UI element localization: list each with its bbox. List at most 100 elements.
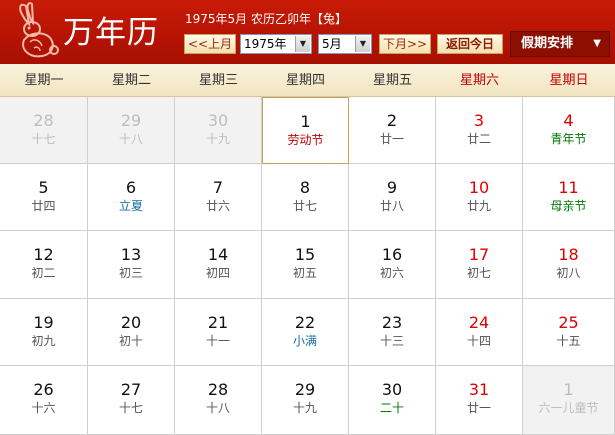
day-number: 5 [38,178,49,197]
calendar-day-cell[interactable]: 14 初四 [175,231,262,299]
chevron-down-icon: ▼ [593,38,601,49]
lunar-date-label: 六一儿童节 [538,401,599,415]
back-to-today-button[interactable]: 返回今日 [437,34,503,54]
calendar-day-cell[interactable]: 22 小满 [262,299,349,366]
calendar-grid: 28 十七 29 十八 30 十九 1 劳动节 2 廿一 3 廿二 4 青年节 5 廿四 6 立夏 7 廿六 8 廿七 9 廿… [0,97,615,435]
month-select-value: 5月 [322,37,342,51]
lunar-year-info: 1975年5月 农历乙卯年【兔】 [185,12,347,26]
calendar-day-cell[interactable]: 12 初二 [0,231,88,299]
calendar-day-cell[interactable]: 5 廿四 [0,164,88,231]
calendar-day-cell[interactable]: 29 十九 [262,366,349,435]
calendar-day-cell[interactable]: 16 初六 [349,231,436,299]
dropdown-arrow-icon: ▼ [355,36,370,52]
calendar-day-cell[interactable]: 29 十八 [88,97,175,164]
calendar-day-cell[interactable]: 7 廿六 [175,164,262,231]
weekday-label: 星期三 [198,73,238,88]
day-number: 16 [381,245,403,264]
day-number: 23 [381,313,403,332]
lunar-date-label: 十八 [118,132,143,146]
dropdown-arrow-icon: ▼ [295,36,310,52]
calendar-day-cell[interactable]: 3 廿二 [436,97,523,164]
calendar-day-cell[interactable]: 19 初九 [0,299,88,366]
day-number: 10 [468,178,490,197]
day-number: 13 [120,245,142,264]
year-select[interactable]: 1975年 ▼ [240,34,312,54]
next-month-button[interactable]: 下月>> [379,34,431,54]
calendar-day-cell[interactable]: 23 十三 [349,299,436,366]
day-number: 26 [33,380,54,399]
lunar-date-label: 十九 [205,132,230,146]
calendar-day-cell[interactable]: 28 十八 [175,366,262,435]
lunar-date-label: 立夏 [118,199,143,213]
day-number: 29 [294,380,316,399]
lunar-date-label: 二十 [379,401,404,415]
day-number: 14 [207,245,229,264]
calendar-day-cell[interactable]: 24 十四 [436,299,523,366]
day-number: 24 [468,313,490,332]
lunar-date-label: 十一 [205,334,230,348]
lunar-date-label: 十九 [292,401,317,415]
calendar-day-cell[interactable]: 4 青年节 [523,97,615,164]
calendar-day-cell[interactable]: 1 劳动节 [262,97,349,164]
day-number: 25 [558,313,579,332]
calendar-day-cell[interactable]: 30 二十 [349,366,436,435]
lunar-date-label: 初四 [205,266,230,280]
calendar-day-cell[interactable]: 25 十五 [523,299,615,366]
lunar-date-label: 十七 [31,132,56,146]
day-number: 6 [125,178,137,197]
calendar-day-cell[interactable]: 10 廿九 [436,164,523,231]
lunar-date-label: 廿九 [466,199,491,213]
calendar-day-cell[interactable]: 27 十七 [88,366,175,435]
calendar-day-cell[interactable]: 11 母亲节 [523,164,615,231]
lunar-date-label: 十六 [31,401,56,415]
calendar-day-cell[interactable]: 9 廿八 [349,164,436,231]
calendar-day-cell[interactable]: 18 初八 [523,231,615,299]
calendar-day-cell[interactable]: 6 立夏 [88,164,175,231]
holiday-schedule-label: 假期安排 [521,36,574,51]
day-number: 20 [120,313,142,332]
day-number: 2 [386,111,398,130]
day-number: 27 [120,380,142,399]
lunar-date-label: 十八 [205,401,230,415]
lunar-date-label: 初八 [556,266,581,280]
lunar-date-label: 廿四 [31,199,56,213]
day-number: 31 [468,380,490,399]
calendar-app: 万年历 1975年5月 农历乙卯年【兔】 <<上月 1975年 ▼ 5月 ▼ 下… [0,0,615,435]
calendar-day-cell[interactable]: 8 廿七 [262,164,349,231]
day-number: 22 [294,313,316,332]
calendar-day-cell[interactable]: 2 廿一 [349,97,436,164]
lunar-date-label: 廿七 [292,199,317,213]
day-number: 30 [381,380,403,399]
lunar-date-label: 廿二 [466,132,491,146]
day-number: 4 [563,111,574,130]
holiday-schedule-dropdown[interactable]: 假期安排 ▼ [510,31,610,57]
day-number: 11 [558,178,579,197]
calendar-day-cell[interactable]: 26 十六 [0,366,88,435]
day-number: 29 [120,111,142,130]
lunar-date-label: 十三 [379,334,404,348]
calendar-day-cell[interactable]: 13 初三 [88,231,175,299]
lunar-date-label: 廿八 [379,199,404,213]
day-number: 17 [468,245,490,264]
lunar-date-label: 初二 [31,266,56,280]
calendar-day-cell[interactable]: 31 廿一 [436,366,523,435]
prev-month-button[interactable]: <<上月 [184,34,236,54]
calendar-day-cell[interactable]: 15 初五 [262,231,349,299]
calendar-day-cell[interactable]: 17 初七 [436,231,523,299]
calendar-day-cell[interactable]: 1 六一儿童节 [523,366,615,435]
calendar-day-cell[interactable]: 20 初十 [88,299,175,366]
month-select[interactable]: 5月 ▼ [318,34,372,54]
calendar-day-cell[interactable]: 21 十一 [175,299,262,366]
day-number: 9 [386,178,398,197]
lunar-date-label: 廿一 [379,132,404,146]
weekday-header-row: 星期一 星期二 星期三 星期四 星期五 星期六 星期日 [0,64,615,97]
calendar-day-cell[interactable]: 28 十七 [0,97,88,164]
lunar-date-label: 十七 [118,401,143,415]
lunar-date-label: 青年节 [550,132,587,146]
lunar-date-label: 十四 [466,334,491,348]
day-number: 18 [558,245,579,264]
day-number: 21 [207,313,229,332]
day-number: 28 [33,111,54,130]
lunar-date-label: 廿一 [466,401,491,415]
calendar-day-cell[interactable]: 30 十九 [175,97,262,164]
